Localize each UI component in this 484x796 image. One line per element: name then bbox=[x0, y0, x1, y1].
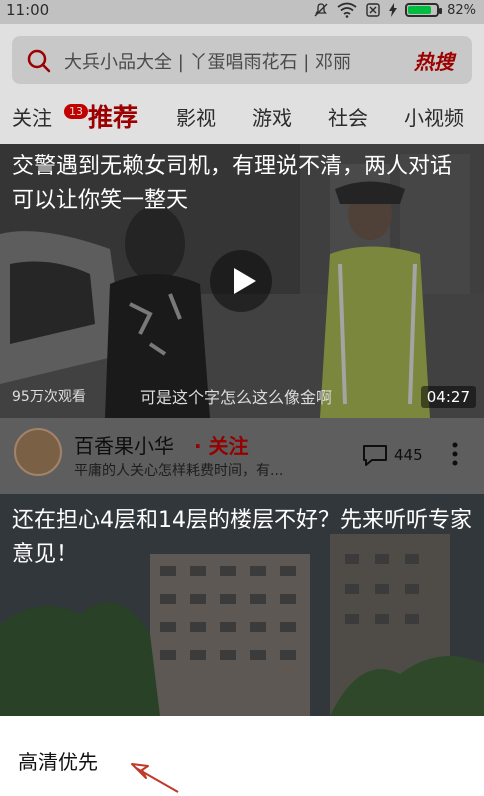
article-card[interactable]: 还在担心4层和14层的楼层不好？先来听听专家意见！ bbox=[0, 494, 484, 716]
status-bar: 11:00 82% bbox=[0, 0, 484, 24]
video-subtitle: 可是这个字怎么这么像金啊 bbox=[140, 388, 333, 407]
unread-badge: 13 bbox=[64, 104, 88, 119]
mute-bell-icon bbox=[314, 3, 328, 17]
sim-icon bbox=[366, 3, 380, 17]
tab-follow[interactable]: 关注 13 bbox=[12, 102, 88, 131]
pointer-arrow-icon bbox=[131, 763, 179, 793]
hot-search-button[interactable]: 热搜 bbox=[414, 46, 454, 75]
tab-society[interactable]: 社会 bbox=[328, 102, 368, 131]
tab-label: 游戏 bbox=[252, 106, 292, 130]
charging-icon bbox=[389, 3, 398, 17]
more-options-icon[interactable] bbox=[448, 440, 462, 468]
follow-button[interactable]: · 关注 bbox=[194, 430, 249, 459]
tab-label: 推荐 bbox=[88, 103, 139, 132]
status-time: 11:00 bbox=[6, 1, 50, 19]
hd-priority-option[interactable]: 高清优先 bbox=[18, 746, 98, 775]
search-icon bbox=[27, 49, 51, 73]
play-button[interactable] bbox=[210, 250, 272, 312]
battery-icon bbox=[405, 3, 443, 17]
comment-count: 445 bbox=[394, 446, 423, 464]
tab-label: 影视 bbox=[176, 106, 216, 130]
tab-games[interactable]: 游戏 bbox=[252, 102, 292, 131]
video-card[interactable]: 交警遇到无赖女司机，有理说不清，两人对话可以让你笑一整天 95万次观看 可是这个… bbox=[0, 144, 484, 418]
author-name[interactable]: 百香果小华 bbox=[74, 430, 174, 459]
tab-label: 社会 bbox=[328, 106, 368, 130]
search-bar[interactable]: 大兵小品大全 | 丫蛋唱雨花石 | 邓丽 热搜 bbox=[12, 36, 472, 84]
battery-percent: 82% bbox=[447, 2, 476, 18]
tab-recommend[interactable]: 推荐 bbox=[88, 98, 138, 134]
article-title[interactable]: 还在担心4层和14层的楼层不好？先来听听专家意见！ bbox=[12, 504, 472, 572]
wifi-icon bbox=[337, 2, 357, 18]
search-suggestions[interactable]: 大兵小品大全 | 丫蛋唱雨花石 | 邓丽 bbox=[64, 48, 394, 74]
author-description: 平庸的人关心怎样耗费时间，有... bbox=[74, 463, 284, 479]
avatar[interactable] bbox=[14, 428, 62, 476]
tab-short-video[interactable]: 小视频 bbox=[404, 102, 464, 131]
video-title[interactable]: 交警遇到无赖女司机，有理说不清，两人对话可以让你笑一整天 bbox=[12, 150, 472, 218]
comment-icon[interactable] bbox=[362, 444, 388, 466]
channel-tabs: 关注 13 推荐 影视 游戏 社会 小视频 bbox=[0, 94, 484, 138]
video-duration: 04:27 bbox=[420, 386, 476, 408]
view-count: 95万次观看 bbox=[12, 389, 86, 405]
author-row: 百香果小华 · 关注 平庸的人关心怎样耗费时间，有... 445 bbox=[0, 418, 484, 494]
status-icons: 82% bbox=[313, 2, 476, 18]
tab-label: 小视频 bbox=[404, 106, 464, 130]
bottom-sheet: 高清优先 bbox=[0, 716, 484, 792]
tab-film[interactable]: 影视 bbox=[176, 102, 216, 131]
tab-label: 关注 bbox=[12, 106, 52, 130]
